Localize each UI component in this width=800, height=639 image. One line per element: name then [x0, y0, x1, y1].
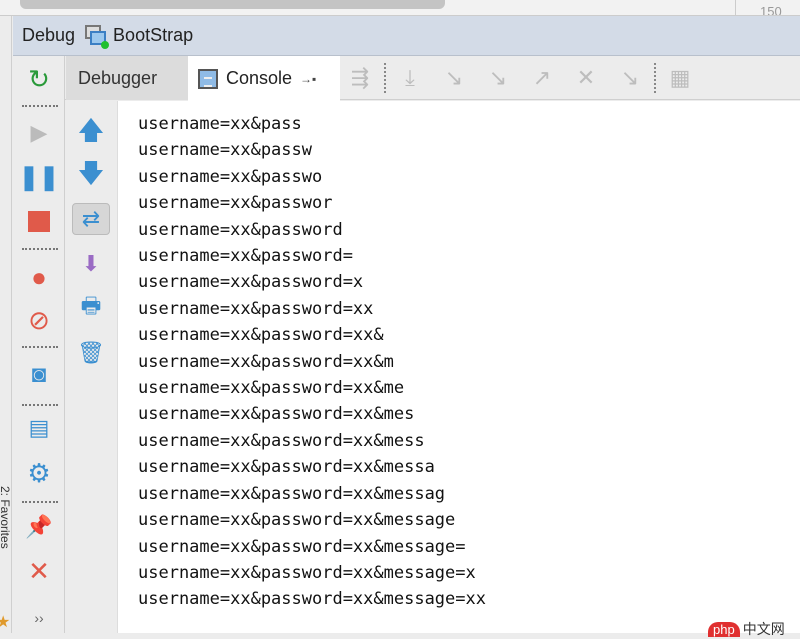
favorites-tab[interactable]: 2: Favorites: [0, 486, 12, 549]
console-actions-column: 🡅 🡇 ⇄ ⬇ 🖶 🗑: [66, 101, 118, 633]
run-to-cursor-icon[interactable]: ↘: [608, 65, 652, 91]
tab-debugger[interactable]: Debugger: [66, 56, 188, 100]
tab-label: Console: [226, 68, 293, 88]
editor-top-strip: 150: [0, 0, 800, 16]
panel-title: Debug: [22, 25, 76, 45]
resume-icon[interactable]: ▶: [24, 118, 54, 148]
settings-icon[interactable]: ⚙: [24, 458, 54, 488]
step-out-icon[interactable]: ↗: [520, 65, 564, 91]
scroll-to-end-icon[interactable]: ⬇: [76, 249, 106, 279]
line-number: 150: [760, 4, 782, 15]
console-icon: [198, 68, 218, 89]
tab-console[interactable]: Console →▪: [188, 56, 340, 101]
config-name: BootStrap: [113, 25, 194, 45]
separator: [654, 63, 656, 93]
console-line: username=xx&password=xx&message=x: [138, 562, 476, 583]
stepping-toolbar: ⇶ ⤓ ↘ ↘ ↗ ✕ ↘ ▦: [338, 56, 702, 100]
console-line: username=xx&password=xx&message: [138, 510, 456, 531]
evaluate-expression-icon[interactable]: ▦: [658, 65, 702, 91]
console-line: username=xx&password=xx&messag: [138, 483, 446, 504]
console-line: username=xx&password=: [138, 246, 353, 267]
console-line: username=xx&passw: [138, 140, 312, 161]
force-step-into-icon[interactable]: ↘: [476, 65, 520, 91]
console-line: username=xx&password=xx&: [138, 325, 384, 346]
star-icon: ★: [0, 614, 11, 631]
console-line: username=xx&password=xx&m: [138, 351, 394, 372]
step-over-icon[interactable]: ⤓: [388, 65, 432, 91]
console-line: username=xx&password=xx: [138, 298, 374, 319]
more-icon[interactable]: ››: [24, 603, 54, 633]
console-line: username=xx&password=xx&message=xx: [138, 589, 486, 610]
console-line: username=xx&password=xx&me: [138, 378, 405, 399]
snapshot-icon[interactable]: ◙: [24, 360, 54, 390]
restore-layout-icon[interactable]: ▤: [24, 413, 54, 443]
console-line: username=xx&password=x: [138, 272, 364, 293]
divider: [735, 0, 736, 16]
debug-header: Debug BootStrap: [13, 16, 800, 56]
console-line: username=xx&password=xx&mess: [138, 430, 425, 451]
console-line: username=xx&password=xx&message=: [138, 536, 466, 557]
console-line: username=xx&passwor: [138, 193, 333, 214]
console-line: username=xx&pass: [138, 114, 302, 134]
down-arrow-icon[interactable]: 🡇: [76, 158, 106, 192]
rerun-icon[interactable]: ↻: [24, 64, 54, 94]
debug-actions-column: ↻ ▶ ❚❚ ● ⊘ ◙ ▤ ⚙ 📌 ✕ ››: [13, 56, 65, 633]
up-arrow-icon[interactable]: 🡅: [76, 115, 106, 149]
soft-wrap-icon[interactable]: ⇄: [72, 203, 110, 235]
console-output[interactable]: username=xx&pass username=xx&passw usernam…: [118, 101, 800, 633]
step-into-icon[interactable]: ↘: [432, 65, 476, 91]
side-tool-strip: 2: Favorites ★: [0, 16, 12, 633]
run-config-icon: [85, 24, 110, 49]
console-line: username=xx&password=xx&mes: [138, 404, 415, 425]
tab-label: Debugger: [78, 67, 158, 88]
horizontal-scrollbar[interactable]: [20, 0, 445, 9]
print-icon[interactable]: 🖶: [76, 293, 106, 323]
mute-breakpoints-icon[interactable]: ⊘: [24, 305, 54, 335]
show-execution-point-icon[interactable]: ⇶: [338, 65, 382, 91]
debug-toolbar: Debugger Console →▪ ⇶ ⤓ ↘ ↘ ↗ ✕ ↘ ▦: [13, 56, 800, 101]
console-line: username=xx&passwo: [138, 166, 323, 187]
pause-icon[interactable]: ❚❚: [19, 162, 59, 192]
view-breakpoints-icon[interactable]: ●: [24, 262, 54, 292]
separator: [384, 63, 386, 93]
close-icon[interactable]: ✕: [24, 556, 54, 586]
pin-icon[interactable]: 📌: [24, 512, 54, 542]
watermark-logo: php 中文网: [708, 619, 785, 639]
drop-frame-icon[interactable]: ✕: [564, 65, 608, 91]
console-line: username=xx&password=xx&messa: [138, 457, 435, 478]
stop-icon[interactable]: [24, 206, 54, 236]
clear-all-icon[interactable]: 🗑: [76, 338, 106, 368]
pin-tab-icon[interactable]: →▪: [300, 72, 316, 86]
console-line: username=xx&password: [138, 219, 343, 240]
